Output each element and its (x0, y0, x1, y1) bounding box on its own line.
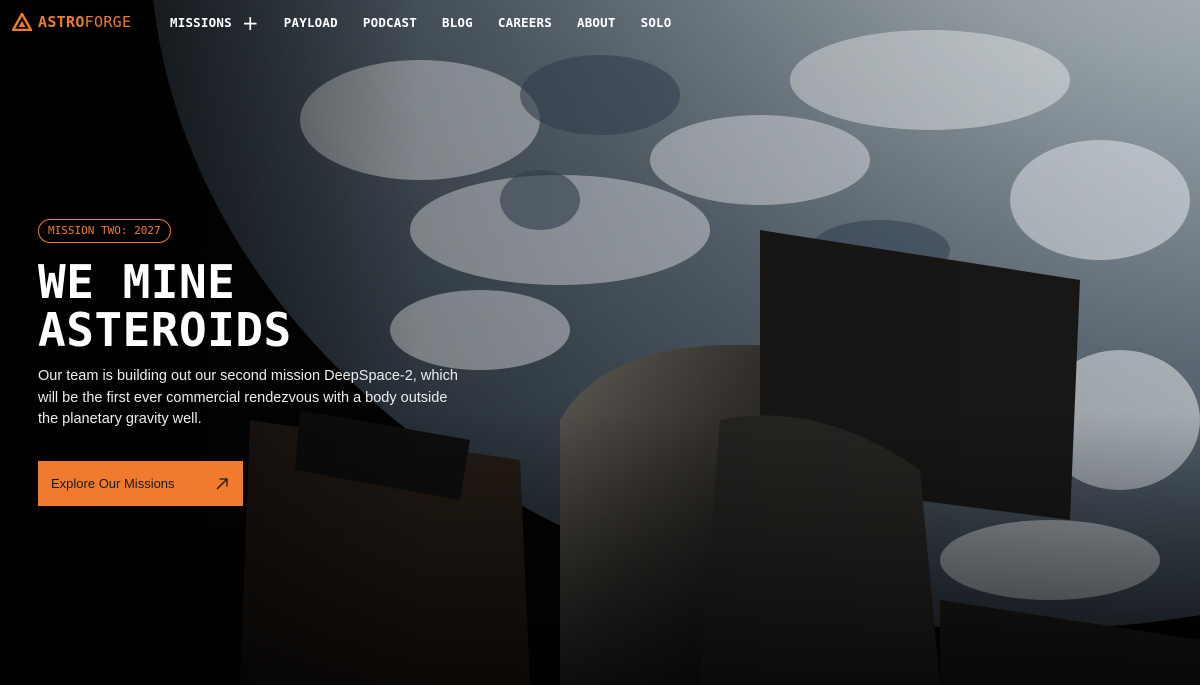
hero-headline-line2: ASTEROIDS (38, 303, 292, 357)
nav-item-blog[interactable]: BLOG (442, 15, 473, 30)
main-nav: MISSIONS + PAYLOAD PODCAST BLOG CAREERS … (170, 13, 672, 33)
explore-missions-button[interactable]: Explore Our Missions (38, 461, 243, 506)
nav-item-about[interactable]: ABOUT (577, 15, 616, 30)
hero-headline: WE MINE ASTEROIDS (38, 258, 292, 354)
arrow-up-right-icon (216, 477, 228, 489)
mission-badge: MISSION TWO: 2027 (38, 219, 171, 243)
nav-item-payload[interactable]: PAYLOAD (284, 15, 338, 30)
plus-icon[interactable]: + (242, 13, 259, 33)
nav-item-careers[interactable]: CAREERS (498, 15, 552, 30)
hero-section: ASTRO FORGE MISSIONS + PAYLOAD PODCAST BL… (0, 0, 1200, 685)
brand-logo[interactable]: ASTRO FORGE (12, 13, 131, 31)
astroforge-logo-icon (12, 13, 32, 31)
hero-description: Our team is building out our second miss… (38, 368, 458, 427)
nav-item-podcast[interactable]: PODCAST (363, 15, 417, 30)
hero-headline-line1: WE MINE (38, 255, 236, 309)
nav-item-missions-label: MISSIONS (170, 15, 232, 30)
brand-name-part1: ASTRO (38, 13, 85, 31)
brand-name-part2: FORGE (84, 13, 132, 31)
nav-item-missions[interactable]: MISSIONS + (170, 13, 259, 33)
explore-missions-label: Explore Our Missions (51, 476, 175, 491)
nav-item-solo[interactable]: SOLO (641, 15, 672, 30)
